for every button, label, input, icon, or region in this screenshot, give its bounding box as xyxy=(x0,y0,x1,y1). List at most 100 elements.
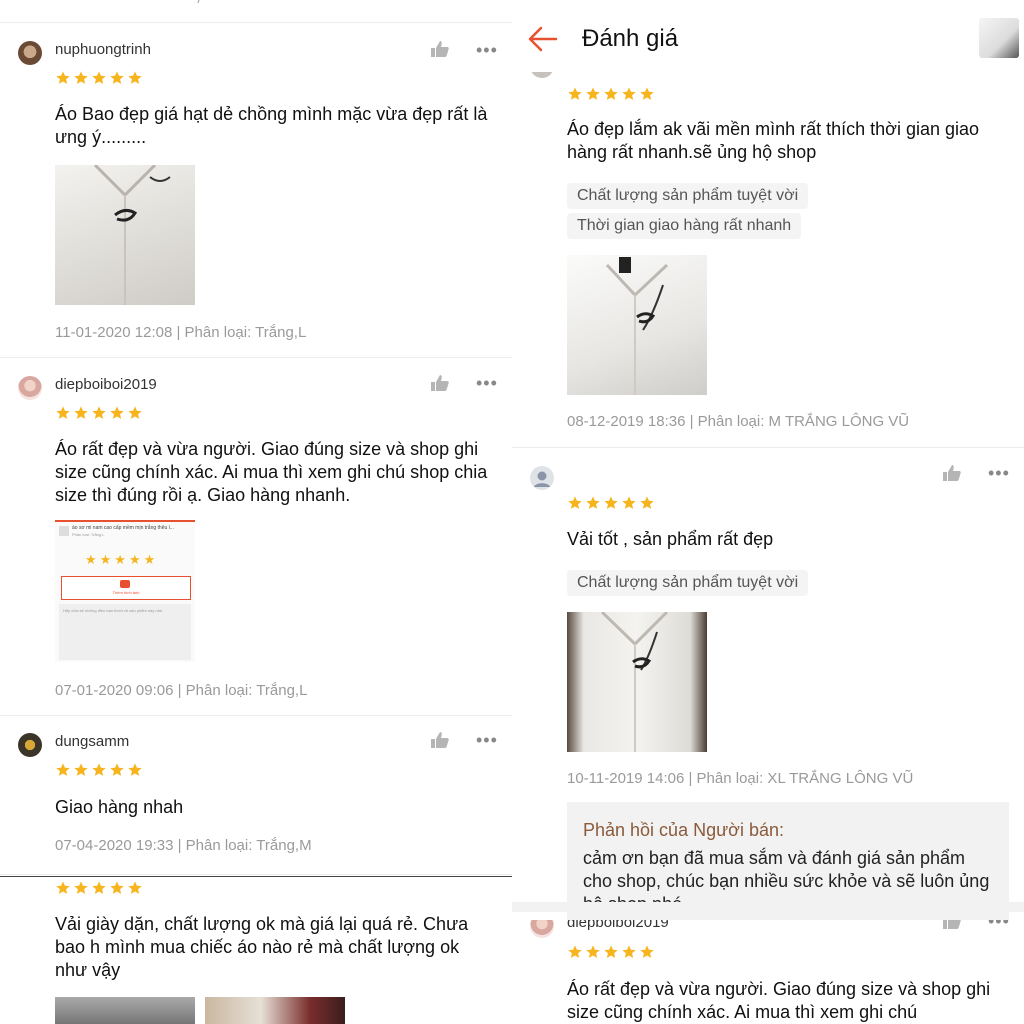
shirt-photo-icon xyxy=(93,165,171,305)
back-arrow-icon[interactable] xyxy=(528,26,558,52)
review-meta: 11-01-2020 12:08 | Phân loại: Trắng,L xyxy=(55,324,307,341)
star-icon xyxy=(586,945,600,958)
screenshot-variant: Phân loại: Trắng,L xyxy=(72,532,105,537)
rating-stars xyxy=(567,944,657,960)
review-item: diepboiboi2019 ••• Áo rất đẹp và vừa ngư… xyxy=(512,912,1024,1024)
avatar[interactable] xyxy=(18,733,42,757)
review-text: Áo rất đẹp và vừa người. Giao đúng size … xyxy=(55,439,488,505)
more-options-icon[interactable]: ••• xyxy=(476,374,498,392)
avatar[interactable] xyxy=(18,376,42,400)
star-icon xyxy=(56,881,70,894)
reply-bottom-cover xyxy=(567,902,1009,920)
star-icon xyxy=(128,71,142,84)
camera-icon xyxy=(120,580,130,588)
review-meta: 10-11-2019 14:06 | Phân loại: XL TRẮNG L… xyxy=(567,770,914,787)
star-icon xyxy=(128,763,142,776)
rating-stars xyxy=(55,762,145,778)
username[interactable]: dungsamm xyxy=(55,733,129,750)
rating-stars xyxy=(55,70,145,86)
star-icon xyxy=(74,881,88,894)
review-meta: 08-12-2019 18:36 | Phân loại: M TRẮNG LÔ… xyxy=(567,413,910,430)
review-photo[interactable] xyxy=(205,997,345,1024)
review-tag: Chất lượng sản phẩm tuyệt vời xyxy=(567,183,809,209)
star-icon xyxy=(568,945,582,958)
thumbs-up-icon[interactable] xyxy=(430,374,450,392)
username[interactable]: diepboiboi2019 xyxy=(55,376,157,393)
review-photo[interactable] xyxy=(55,165,195,305)
review-text: Vải giày dặn, chất lượng ok mà giá lại q… xyxy=(55,914,469,980)
more-options-icon[interactable]: ••• xyxy=(988,464,1010,482)
star-icon xyxy=(604,945,618,958)
screenshot-stars: ★★★★★ xyxy=(85,552,159,567)
default-avatar-icon xyxy=(534,471,550,487)
review-photo[interactable] xyxy=(567,255,707,395)
star-icon xyxy=(110,406,124,419)
star-icon xyxy=(92,881,106,894)
product-thumbnail[interactable] xyxy=(979,18,1019,58)
star-icon xyxy=(110,881,124,894)
star-icon xyxy=(586,87,600,100)
star-icon xyxy=(622,87,636,100)
rating-stars xyxy=(55,405,145,421)
star-icon xyxy=(568,87,582,100)
rating-stars xyxy=(55,880,145,896)
review-tag: Thời gian giao hàng rất nhanh xyxy=(567,213,802,239)
avatar[interactable] xyxy=(530,466,554,490)
star-icon xyxy=(568,496,582,509)
star-icon xyxy=(604,496,618,509)
more-options-icon[interactable]: ••• xyxy=(476,41,498,59)
star-icon xyxy=(92,763,106,776)
star-icon xyxy=(640,87,654,100)
star-icon xyxy=(74,406,88,419)
screenshot-photo-box: Thêm hình ảnh xyxy=(61,576,191,600)
review-photo[interactable] xyxy=(567,612,707,752)
star-icon xyxy=(128,406,142,419)
star-icon xyxy=(640,945,654,958)
star-icon xyxy=(74,71,88,84)
more-options-icon[interactable]: ••• xyxy=(476,731,498,749)
review-item: nuphuongtrinh ••• Áo Bao đẹp giá hạt dẻ … xyxy=(0,23,512,358)
review-meta: 07-04-2020 19:33 | Phân loại: Trắng,M xyxy=(55,837,312,854)
product-thumb xyxy=(59,526,69,536)
seller-reply-title: Phản hồi của Người bán: xyxy=(583,820,784,840)
star-icon xyxy=(110,763,124,776)
review-item: diepboiboi2019 ••• Áo rất đẹp và vừa ngư… xyxy=(0,358,512,716)
review-photo-screenshot[interactable]: áo sơ mi nam cao cấp mềm mịn trắng thêu … xyxy=(55,520,195,662)
star-icon xyxy=(56,763,70,776)
review-text: Áo đẹp lắm ak vãi mền mình rất thích thờ… xyxy=(567,119,980,162)
screenshot-product-title: áo sơ mi nam cao cấp mềm mịn trắng thêu … xyxy=(72,525,174,531)
top-fragment-text: — — — / — xyxy=(140,0,221,7)
thumbs-up-icon[interactable] xyxy=(942,464,962,482)
review-text: Áo Bao đẹp giá hạt dẻ chồng mình mặc vừa… xyxy=(55,104,488,147)
star-icon xyxy=(622,945,636,958)
star-icon xyxy=(92,71,106,84)
header-bar: Đánh giá xyxy=(512,0,1024,72)
star-icon xyxy=(74,763,88,776)
review-text: Giao hàng nhah xyxy=(55,797,184,817)
review-meta: 07-01-2020 09:06 | Phân loại: Trắng,L xyxy=(55,682,308,699)
username[interactable]: nuphuongtrinh xyxy=(55,41,151,58)
review-list-right: Đánh giá Áo đẹp lắm ak vãi mền mình rất … xyxy=(512,0,1024,1024)
star-icon xyxy=(586,496,600,509)
thumbs-up-icon[interactable] xyxy=(430,731,450,749)
review-item: Áo đẹp lắm ak vãi mền mình rất thích thờ… xyxy=(512,72,1024,448)
review-item: dungsamm ••• Giao hàng nhah 07-04-2020 1… xyxy=(0,716,512,875)
shirt-photo-icon xyxy=(600,612,669,752)
shirt-photo-icon xyxy=(605,257,669,395)
review-list-left: — — — / — nuphuongtrinh ••• Áo Bao đẹp g… xyxy=(0,0,512,1024)
review-text: Áo rất đẹp và vừa người. Giao đúng size … xyxy=(567,979,991,1022)
review-text: Vải tốt , sản phẩm rất đẹp xyxy=(567,529,774,549)
review-item: Vải giày dặn, chất lượng ok mà giá lại q… xyxy=(0,877,512,1024)
screenshot-photo-label: Thêm hình ảnh xyxy=(112,590,140,595)
review-item: ••• Vải tốt , sản phẩm rất đẹp Chất lượn… xyxy=(512,448,1024,920)
thumbs-up-icon[interactable] xyxy=(430,40,450,58)
star-icon xyxy=(604,87,618,100)
rating-stars xyxy=(567,86,657,102)
review-photo[interactable] xyxy=(55,997,195,1024)
page-title: Đánh giá xyxy=(582,25,679,52)
avatar[interactable] xyxy=(18,41,42,65)
star-icon xyxy=(128,881,142,894)
star-icon xyxy=(56,71,70,84)
screenshot-textarea: Hãy chia sẻ những điều bạn thích về sản … xyxy=(59,604,191,660)
star-icon xyxy=(56,406,70,419)
